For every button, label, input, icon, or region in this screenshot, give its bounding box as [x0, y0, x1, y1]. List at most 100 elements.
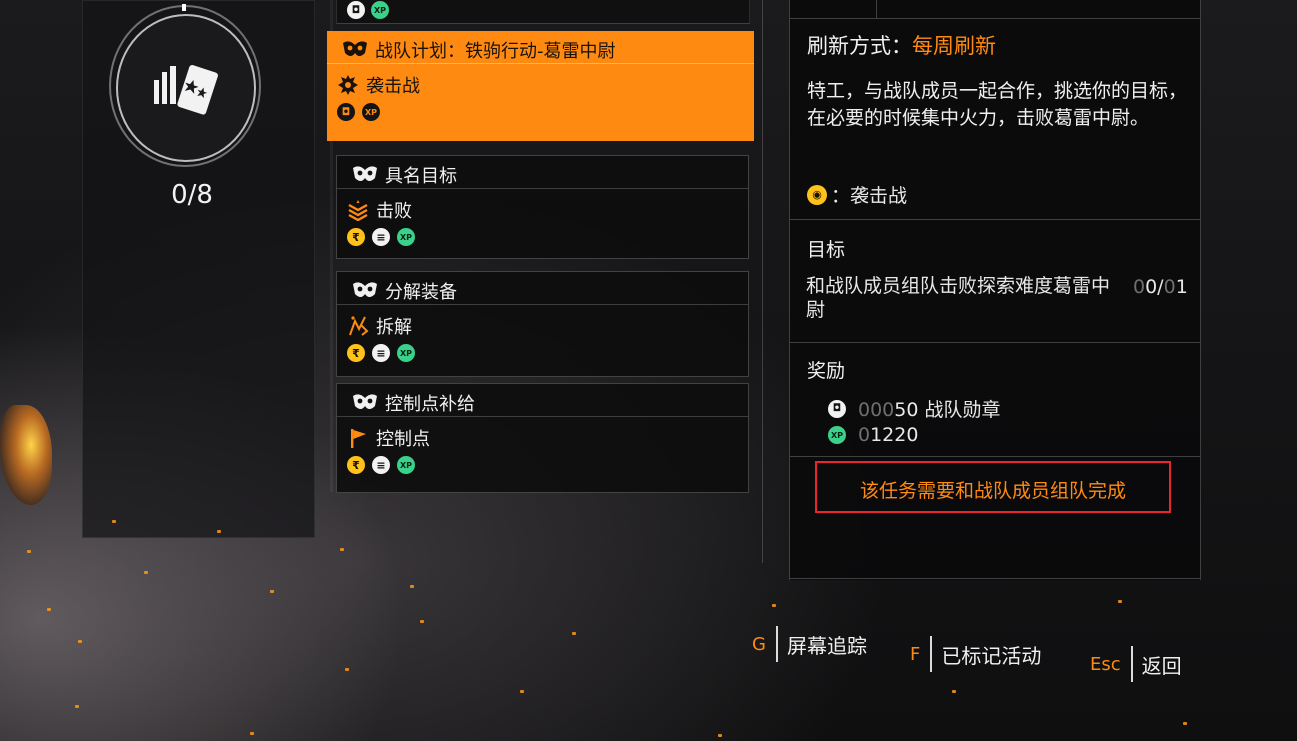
hint-label: 返回	[1141, 653, 1182, 678]
mission-item-control-point-supply[interactable]: 控制点补给 控制点 ₹ ≡ XP	[336, 383, 749, 493]
ember-particle	[1183, 722, 1187, 725]
mission-mode-row: ◉ ：袭击战	[807, 181, 907, 208]
mission-item-clan-project[interactable]: 战队计划：铁驹行动-葛雷中尉 袭击战 ◘ XP	[327, 31, 754, 141]
progress-ring-marker	[182, 4, 186, 11]
refresh-row: 刷新方式：每周刷新	[807, 30, 996, 60]
mission-item-named-target[interactable]: 具名目标 击败 ₹ ≡ XP	[336, 155, 749, 259]
objective-text: 和战队成员组队击败探索难度葛雷中尉	[806, 275, 1111, 321]
divider	[337, 188, 748, 189]
ember-particle	[772, 604, 776, 607]
list-item-partial[interactable]: ◘ XP	[336, 0, 750, 24]
xp-reward-icon: XP	[397, 228, 415, 246]
ember-particle	[718, 734, 722, 737]
credit-reward-icon: ₹	[347, 228, 365, 246]
chevron-rank-icon	[348, 200, 368, 221]
clan-reward-icon: ◘	[347, 1, 365, 19]
xp-reward-line: XP 01220	[828, 424, 918, 446]
mask-icon	[353, 394, 377, 409]
ember-particle	[27, 550, 31, 553]
credit-reward-icon: ₹	[347, 456, 365, 474]
mission-title: 控制点补给	[385, 394, 475, 415]
ember-particle	[144, 571, 148, 574]
ember-particle	[410, 585, 414, 588]
mission-title: 战队计划：铁驹行动-葛雷中尉	[375, 41, 616, 62]
hint-back[interactable]: Esc 返回	[1090, 646, 1182, 682]
project-cards-icon	[154, 65, 218, 115]
ember-particle	[572, 632, 576, 635]
gear-reward-icon: ≡	[372, 344, 390, 362]
clan-reward-icon: ◘	[828, 399, 846, 418]
ember-particle	[952, 690, 956, 693]
key-esc: Esc	[1090, 653, 1121, 675]
ember-particle	[340, 548, 344, 551]
reward-pad: 0	[858, 424, 871, 446]
clan-reward-line: ◘ 00050 战队勋章	[828, 395, 1000, 422]
mission-mode-label: ：袭击战	[831, 185, 908, 207]
divider	[337, 304, 748, 305]
ember-particle	[250, 732, 254, 735]
ember-particle	[1118, 600, 1122, 603]
mission-title: 具名目标	[385, 166, 457, 187]
divider	[790, 342, 1200, 343]
ember-particle	[420, 620, 424, 623]
divider	[775, 626, 778, 662]
mask-icon	[343, 41, 367, 56]
key-g: G	[752, 633, 766, 655]
scene-object	[0, 405, 52, 505]
reward-pad: 000	[858, 399, 895, 421]
mask-icon	[353, 282, 377, 297]
reward-title: 奖励	[807, 360, 846, 382]
objective-count-pad: 0	[1133, 276, 1146, 298]
gear-reward-icon: ≡	[372, 456, 390, 474]
credit-reward-icon: ₹	[347, 344, 365, 362]
xp-reward-value: 1220	[870, 424, 919, 446]
clan-reward-icon: ◘	[337, 103, 355, 121]
ember-particle	[345, 668, 349, 671]
xp-reward-icon: XP	[371, 1, 389, 19]
dismantle-icon	[349, 316, 369, 336]
mission-type: 袭击战	[366, 76, 420, 97]
hint-label: 已标记活动	[941, 643, 1042, 668]
divider	[790, 578, 1200, 579]
objective-count-current: 0/	[1145, 276, 1164, 298]
xp-reward-icon: XP	[397, 456, 415, 474]
mission-type: 控制点	[376, 429, 430, 450]
raid-mode-icon: ◉	[807, 184, 827, 205]
ember-particle	[75, 705, 79, 708]
divider	[876, 0, 877, 18]
mask-icon	[353, 166, 377, 181]
refresh-value: 每周刷新	[912, 34, 996, 58]
objective-count: 00/01	[1133, 276, 1188, 298]
gear-reward-icon: ≡	[372, 228, 390, 246]
detail-frame-line	[762, 0, 763, 563]
clan-reward-value: 50 战队勋章	[894, 399, 1001, 421]
mission-description: 特工，与战队成员一起合作，挑选你的目标，在必要的时候集中火力，击败葛雷中尉。	[807, 80, 1188, 129]
ember-particle	[217, 530, 221, 533]
hint-marked-activity[interactable]: F 已标记活动	[910, 636, 1041, 672]
mission-type: 拆解	[376, 317, 412, 338]
flag-icon	[351, 429, 366, 448]
refresh-label: 刷新方式：	[807, 34, 912, 58]
ember-particle	[270, 590, 274, 593]
divider	[790, 219, 1200, 220]
xp-reward-icon: XP	[397, 344, 415, 362]
objective-count-pad: 0	[1163, 276, 1176, 298]
ember-particle	[47, 608, 51, 611]
hint-label: 屏幕追踪	[786, 633, 867, 658]
ember-particle	[520, 690, 524, 693]
hint-screen-tracking[interactable]: G 屏幕追踪	[752, 626, 867, 662]
mission-title: 分解装备	[385, 282, 457, 303]
raid-skull-icon	[338, 75, 358, 95]
ember-particle	[112, 520, 116, 523]
divider	[930, 636, 933, 672]
divider	[1130, 646, 1133, 682]
ember-particle	[78, 640, 82, 643]
objective-title: 目标	[807, 239, 846, 261]
objective-count-total: 1	[1175, 276, 1188, 298]
xp-reward-icon: XP	[828, 426, 846, 444]
divider	[327, 63, 754, 64]
mission-item-dismantle-gear[interactable]: 分解装备 拆解 ₹ ≡ XP	[336, 271, 749, 377]
mission-type: 击败	[376, 201, 412, 222]
key-f: F	[910, 643, 921, 665]
project-progress-count: 0/8	[171, 180, 213, 210]
